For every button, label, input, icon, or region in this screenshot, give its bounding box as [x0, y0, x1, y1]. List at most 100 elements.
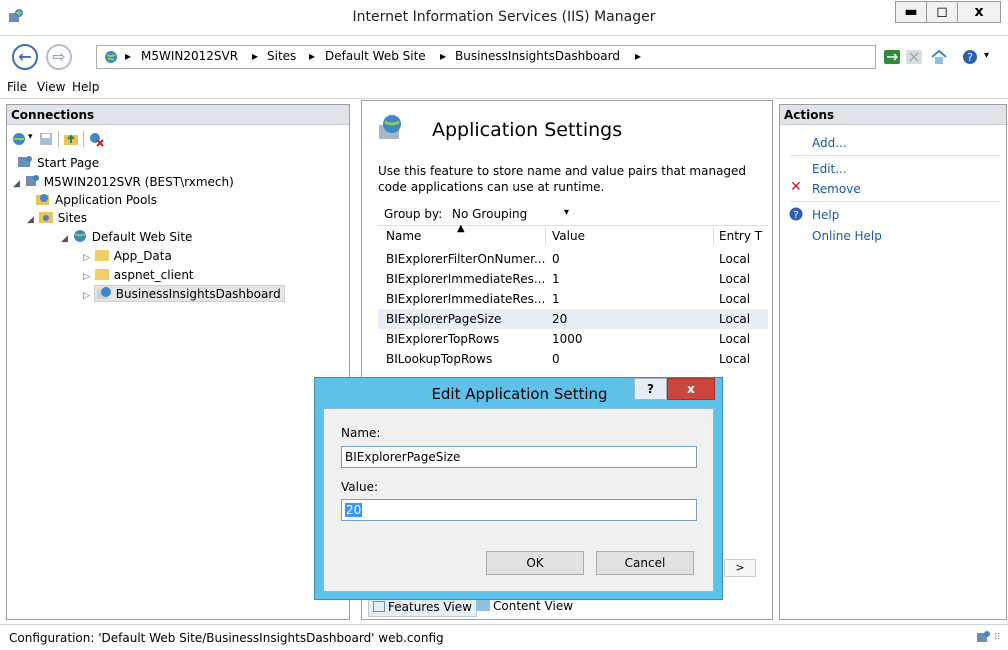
server-icon	[25, 175, 39, 186]
online-help-link[interactable]: Online Help	[812, 229, 882, 243]
cell-value: 1	[552, 292, 560, 306]
refresh-icon[interactable]	[884, 50, 900, 64]
tree-item-label: Sites	[57, 211, 88, 225]
breadcrumb-app[interactable]: BusinessInsightsDashboard	[455, 49, 620, 63]
expanded-arrow-icon[interactable]: ◢	[13, 179, 20, 189]
disconnect-icon[interactable]	[88, 131, 104, 147]
remove-link[interactable]: Remove	[812, 182, 861, 196]
address-bar: ← ⇨ ▸ M5WIN2012SVR ▸ Sites ▸ Default Web…	[0, 37, 1008, 75]
folder-icon	[94, 250, 109, 261]
title-bar: Internet Information Services (IIS) Mana…	[0, 0, 1008, 36]
edit-link[interactable]: Edit...	[812, 162, 847, 176]
dialog-help-button[interactable]: ?	[634, 378, 667, 400]
tree-item-start-page[interactable]: Start Page	[17, 155, 99, 170]
menu-file[interactable]: File	[7, 80, 27, 94]
tree-item-label: aspnet_client	[113, 268, 194, 282]
value-label: Value:	[341, 480, 378, 494]
tree-item-label: BusinessInsightsDashboard	[115, 287, 281, 301]
table-row[interactable]: BIExplorerImmediateRes... 1 Local	[378, 269, 768, 289]
menu-help[interactable]: Help	[72, 80, 99, 94]
back-icon[interactable]: ←	[12, 44, 38, 70]
stop-icon[interactable]	[906, 50, 922, 64]
connect-dropdown-icon[interactable]: ▾	[28, 132, 33, 142]
breadcrumb-separator-icon: ▸	[635, 49, 642, 63]
value-field[interactable]: 20	[341, 499, 697, 521]
cell-entry-type: Local	[719, 292, 751, 306]
tree-item-server[interactable]: ◢ M5WIN2012SVR (BEST\rxmech)	[13, 174, 234, 189]
home-icon[interactable]	[930, 49, 948, 65]
tree-item-app-pools[interactable]: Application Pools	[35, 192, 157, 207]
breadcrumb-sites[interactable]: Sites	[267, 49, 296, 63]
help-icon[interactable]: ?	[962, 49, 978, 65]
description-line-1: Use this feature to store name and value…	[378, 164, 747, 178]
column-header-value[interactable]: Value	[552, 229, 585, 247]
help-dropdown-icon[interactable]: ▾	[984, 50, 989, 61]
connect-globe-icon[interactable]	[11, 131, 27, 147]
tree-item-label: Default Web Site	[91, 230, 193, 244]
help-icon: ?	[789, 207, 803, 221]
tab-content-view[interactable]: Content View	[476, 599, 573, 613]
column-header-entry-type[interactable]: Entry T	[719, 229, 762, 247]
cell-entry-type: Local	[719, 312, 751, 326]
table-row-selected[interactable]: BIExplorerPageSize 20 Local	[378, 309, 768, 329]
cell-value: 0	[552, 352, 560, 366]
actions-header: Actions	[780, 105, 1006, 125]
cell-value: 0	[552, 252, 560, 266]
minimize-button[interactable]: ▬	[895, 1, 927, 23]
table-row[interactable]: BIExplorerImmediateRes... 1 Local	[378, 289, 768, 309]
content-view-icon	[476, 599, 490, 611]
name-field[interactable]: BIExplorerPageSize	[341, 446, 697, 468]
cell-entry-type: Local	[719, 352, 751, 366]
breadcrumb-server[interactable]: M5WIN2012SVR	[141, 49, 238, 63]
collapsed-arrow-icon[interactable]: ▷	[83, 291, 90, 301]
tree-item-aspnet-client[interactable]: ▷ aspnet_client	[83, 267, 194, 282]
add-link[interactable]: Add...	[812, 136, 847, 150]
group-by-label: Group by:	[384, 207, 443, 221]
divider	[378, 225, 768, 226]
expanded-arrow-icon[interactable]: ◢	[27, 215, 34, 225]
status-bar: Configuration: 'Default Web Site/Busines…	[0, 624, 1008, 650]
divider	[790, 155, 1000, 156]
dialog-close-button[interactable]: x	[667, 378, 715, 400]
close-button[interactable]: x	[957, 1, 1001, 23]
application-settings-icon	[379, 115, 401, 139]
group-by-select[interactable]: No Grouping ▾	[452, 207, 582, 221]
features-view-label: Features View	[388, 600, 472, 614]
maximize-button[interactable]: ◻	[926, 1, 958, 23]
description-line-2: code applications can use at runtime.	[378, 180, 605, 194]
start-page-icon	[18, 156, 32, 167]
menu-view[interactable]: View	[37, 80, 65, 94]
web-app-icon	[96, 287, 111, 299]
forward-icon[interactable]: ⇨	[46, 44, 72, 70]
breadcrumb[interactable]: ▸ M5WIN2012SVR ▸ Sites ▸ Default Web Sit…	[96, 45, 876, 69]
up-folder-icon[interactable]	[63, 131, 79, 147]
collapsed-arrow-icon[interactable]: ▷	[83, 253, 90, 263]
expanded-arrow-icon[interactable]: ◢	[61, 234, 68, 244]
cell-entry-type: Local	[719, 252, 751, 266]
svg-text:?: ?	[793, 210, 798, 221]
table-row[interactable]: BILookupTopRows 0 Local	[378, 349, 768, 369]
tree-item-business-insights[interactable]: ▷ BusinessInsightsDashboard	[83, 285, 285, 302]
table-row[interactable]: BIExplorerTopRows 1000 Local	[378, 329, 768, 349]
scroll-right-icon[interactable]: >	[724, 559, 756, 577]
cancel-button[interactable]: Cancel	[596, 551, 694, 575]
status-text: Configuration: 'Default Web Site/Busines…	[9, 631, 444, 645]
tree-item-app-data[interactable]: ▷ App_Data	[83, 248, 172, 263]
resize-grip-icon[interactable]: ⠿	[994, 633, 1001, 643]
globe-icon	[105, 51, 117, 63]
tree-item-sites[interactable]: ◢ Sites	[27, 210, 87, 225]
help-link[interactable]: Help	[812, 208, 839, 222]
table-row[interactable]: BIExplorerFilterOnNumer... 0 Local	[378, 249, 768, 269]
app-pools-icon	[36, 194, 49, 205]
save-icon[interactable]	[38, 131, 54, 147]
tree-item-default-web-site[interactable]: ◢ Default Web Site	[61, 229, 192, 244]
column-header-name[interactable]: Name	[386, 229, 421, 247]
collapsed-arrow-icon[interactable]: ▷	[83, 272, 90, 282]
ok-button[interactable]: OK	[486, 551, 584, 575]
server-status-icon	[977, 631, 990, 642]
tab-features-view[interactable]: Features View	[368, 597, 477, 617]
features-view-icon	[373, 601, 385, 612]
tree-item-label: Application Pools	[55, 193, 157, 207]
toolbar-divider	[83, 131, 84, 147]
breadcrumb-default-web-site[interactable]: Default Web Site	[325, 49, 426, 63]
